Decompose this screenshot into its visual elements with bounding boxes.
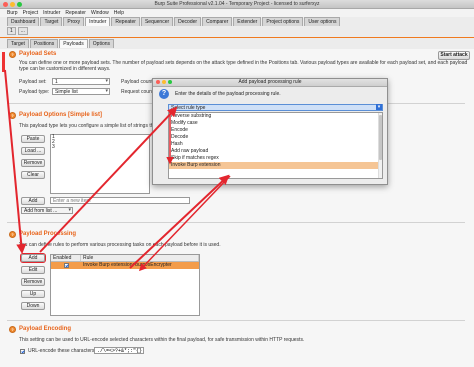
menu-repeater[interactable]: Repeater xyxy=(65,10,86,16)
tab-sequencer[interactable]: Sequencer xyxy=(140,17,174,26)
rule-option[interactable]: Reverse substring xyxy=(169,113,382,120)
down-rule-button[interactable]: Down xyxy=(21,302,45,310)
clear-button[interactable]: Clear xyxy=(21,171,45,179)
request-count-label: Request count: xyxy=(121,89,155,95)
payload-list[interactable]: 1 2 3 xyxy=(50,134,150,194)
payload-encoding-title: Payload Encoding xyxy=(19,326,72,332)
menu-project[interactable]: Project xyxy=(23,10,39,16)
menu-window[interactable]: Window xyxy=(91,10,109,16)
dialog-description: Enter the details of the payload process… xyxy=(175,91,281,97)
window-titlebar: Burp Suite Professional v2.1.04 - Tempor… xyxy=(0,0,474,9)
enabled-checkbox[interactable] xyxy=(63,263,69,268)
attack-tab-more[interactable]: ... xyxy=(17,27,28,35)
add-item-input[interactable] xyxy=(50,197,190,204)
add-from-list-select[interactable]: Add from list ... xyxy=(21,207,73,214)
menu-bar: Burp Project Intruder Repeater Window He… xyxy=(0,9,474,17)
rule-option[interactable]: Encode xyxy=(169,127,382,134)
payload-processing-title: Payload Processing xyxy=(19,231,77,237)
table-row[interactable]: Invoke Burp extension: burpJsEncrypter xyxy=(51,262,199,269)
main-tabs: Dashboard Target Proxy Intruder Repeater… xyxy=(0,17,474,26)
rule-cell: Invoke Burp extension: burpJsEncrypter xyxy=(83,262,172,268)
annotation-mark xyxy=(2,52,5,72)
tab-user-options[interactable]: User options xyxy=(304,17,341,26)
rule-enabled-cell[interactable] xyxy=(51,262,81,269)
help-icon[interactable] xyxy=(9,51,16,58)
menu-help[interactable]: Help xyxy=(114,10,124,16)
list-item[interactable]: 3 xyxy=(51,145,149,150)
tab-target[interactable]: Target xyxy=(40,17,63,26)
dialog-zoom-icon[interactable] xyxy=(168,80,172,84)
paste-button[interactable]: Paste xyxy=(21,135,45,143)
subtab-options[interactable]: Options xyxy=(88,39,115,48)
tab-separator xyxy=(0,37,474,38)
payload-processing-description: You can define rules to perform various … xyxy=(19,242,221,248)
scrollbar-thumb[interactable] xyxy=(379,115,382,160)
rule-option[interactable]: Add raw payload xyxy=(169,148,382,155)
rule-option-selected[interactable]: Invoke Burp extension xyxy=(169,162,382,169)
tab-decoder[interactable]: Decoder xyxy=(174,17,202,26)
rule-option[interactable]: Modify case xyxy=(169,120,382,127)
dialog-titlebar: Add payload processing rule xyxy=(153,79,387,87)
help-icon[interactable] xyxy=(9,326,16,333)
rule-type-select[interactable]: Select rule type xyxy=(168,104,383,111)
rule-option[interactable]: Decode xyxy=(169,134,382,141)
rules-table-header: Enabled Rule xyxy=(51,255,199,262)
up-rule-button[interactable]: Up xyxy=(21,290,45,298)
column-enabled[interactable]: Enabled xyxy=(51,255,81,261)
payload-sets-description: You can define one or more payload sets.… xyxy=(19,60,468,72)
rule-option[interactable]: Skip if matches regex xyxy=(169,155,382,162)
column-rule[interactable]: Rule xyxy=(81,255,199,261)
tab-project-options[interactable]: Project options xyxy=(262,17,304,26)
tab-proxy[interactable]: Proxy xyxy=(63,17,85,26)
attack-tabs: 1 ... xyxy=(7,27,28,35)
url-encode-label: URL-encode these characters: xyxy=(28,348,96,354)
menu-intruder[interactable]: Intruder xyxy=(43,10,60,16)
tab-repeater[interactable]: Repeater xyxy=(111,17,140,26)
add-rule-dialog: Add payload processing rule ? Enter the … xyxy=(152,78,388,185)
remove-button[interactable]: Remove xyxy=(21,159,45,167)
payload-options-description: This payload type lets you configure a s… xyxy=(19,123,158,129)
rule-type-dropdown: Reverse substring Modify case Encode Dec… xyxy=(168,112,383,179)
tab-comparer[interactable]: Comparer xyxy=(202,17,233,26)
payload-set-select[interactable]: 1 xyxy=(52,78,110,85)
payload-set-label: Payload set: xyxy=(19,79,47,85)
start-attack-button[interactable]: Start attack xyxy=(438,51,470,60)
sub-tabs: Target Positions Payloads Options xyxy=(0,39,474,48)
add-rule-button[interactable]: Add xyxy=(21,254,45,262)
dropdown-scrollbar[interactable] xyxy=(378,113,382,178)
window-title: Burp Suite Professional v2.1.04 - Tempor… xyxy=(154,1,320,7)
payload-type-select[interactable]: Simple list xyxy=(52,88,110,95)
dialog-minimize-icon[interactable] xyxy=(162,80,166,84)
divider xyxy=(7,320,465,321)
dialog-window-controls xyxy=(156,80,172,84)
tab-intruder[interactable]: Intruder xyxy=(85,17,111,26)
url-encode-characters-input[interactable] xyxy=(94,347,144,354)
payload-type-label: Payload type: xyxy=(19,89,50,95)
tab-dashboard[interactable]: Dashboard xyxy=(7,17,40,26)
subtab-payloads[interactable]: Payloads xyxy=(59,39,88,48)
add-item-button[interactable]: Add xyxy=(21,197,45,205)
dialog-title: Add payload processing rule xyxy=(238,79,302,85)
rules-table: Enabled Rule Invoke Burp extension: burp… xyxy=(50,254,200,316)
attack-tab-1[interactable]: 1 xyxy=(7,27,16,35)
divider xyxy=(7,222,465,223)
rule-option[interactable]: Hash xyxy=(169,141,382,148)
remove-rule-button[interactable]: Remove xyxy=(21,278,45,286)
help-icon[interactable] xyxy=(9,112,16,119)
payload-sets-title: Payload Sets xyxy=(19,51,57,57)
help-icon[interactable] xyxy=(9,231,16,238)
payload-encoding-description: This setting can be used to URL-encode s… xyxy=(19,337,305,343)
load-button[interactable]: Load ... xyxy=(21,147,45,155)
question-icon: ? xyxy=(159,89,169,99)
payload-options-title: Payload Options [Simple list] xyxy=(19,112,103,118)
dialog-close-icon[interactable] xyxy=(156,80,160,84)
edit-rule-button[interactable]: Edit xyxy=(21,266,45,274)
menu-burp[interactable]: Burp xyxy=(7,10,18,16)
url-encode-checkbox[interactable] xyxy=(20,349,25,354)
payload-count-label: Payload count: xyxy=(121,79,155,85)
subtab-target[interactable]: Target xyxy=(7,39,29,48)
subtab-positions[interactable]: Positions xyxy=(29,39,59,48)
tab-extender[interactable]: Extender xyxy=(233,17,262,26)
